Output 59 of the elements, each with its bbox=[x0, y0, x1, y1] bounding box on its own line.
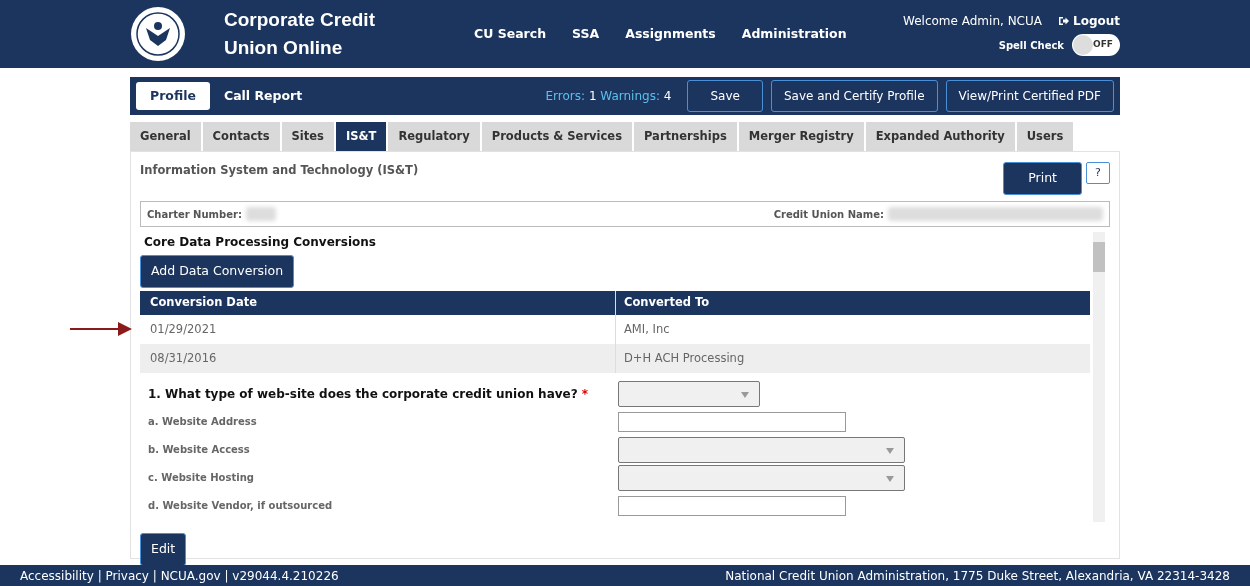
dropdown-field[interactable] bbox=[618, 436, 905, 463]
question-label: c. Website Hosting bbox=[147, 471, 255, 486]
footer-address: National Credit Union Administration, 1775 Duke Street, Alexandria, VA 22314-3428 bbox=[725, 567, 1230, 585]
section-title: Information System and Technology (IS&T) bbox=[140, 162, 419, 180]
column-header: Conversion Date bbox=[149, 294, 258, 312]
spell-check-label: Spell Check bbox=[998, 38, 1064, 53]
toolbar-button[interactable]: Save and Certify Profile bbox=[770, 80, 938, 112]
add-conversion-button[interactable]: Add Data Conversion bbox=[140, 255, 295, 288]
welcome-text: Welcome Admin, NCUA bbox=[903, 13, 1042, 30]
question-label: 1. What type of web-site does the corporate credit union have? * bbox=[147, 385, 590, 403]
section-tab[interactable]: Merger Registry bbox=[738, 122, 864, 152]
footer-links: Accessibility | Privacy | NCUA.gov | v29044.4.210226 bbox=[20, 567, 339, 585]
section-tab[interactable]: Sites bbox=[281, 122, 334, 152]
table-cell: D+H ACH Processing bbox=[615, 343, 1090, 373]
dropdown-field[interactable] bbox=[618, 380, 760, 407]
table-cell: AMI, Inc bbox=[615, 314, 1090, 344]
column-header: Converted To bbox=[615, 290, 1090, 315]
help-button[interactable]: ? bbox=[1086, 162, 1110, 185]
section-tab[interactable]: Expanded Authority bbox=[865, 122, 1015, 152]
section-tab[interactable]: General bbox=[130, 122, 201, 152]
input-field[interactable] bbox=[618, 411, 846, 432]
nav-link[interactable]: CU Search bbox=[474, 24, 547, 44]
profile-tab[interactable]: Call Report bbox=[209, 81, 317, 111]
section-tab[interactable]: Products & Services bbox=[481, 122, 632, 152]
print-button[interactable]: Print bbox=[1003, 162, 1082, 195]
caret-icon bbox=[886, 475, 894, 482]
app-title: Corporate Credit Union Online bbox=[224, 7, 376, 60]
seal-logo bbox=[130, 6, 186, 62]
question-label: b. Website Access bbox=[147, 443, 251, 458]
question-label: d. Website Vendor, if outsourced bbox=[147, 499, 334, 514]
caret-icon bbox=[741, 391, 749, 398]
input-field[interactable] bbox=[618, 495, 846, 516]
logout-link[interactable]: Logout bbox=[1058, 12, 1120, 30]
toolbar-button[interactable]: Save bbox=[687, 80, 763, 112]
nav-link[interactable]: Administration bbox=[741, 24, 847, 44]
nav-link[interactable]: SSA bbox=[572, 24, 600, 44]
section-tab[interactable]: IS&T bbox=[335, 122, 387, 152]
question-label: a. Website Address bbox=[147, 415, 258, 430]
dropdown-field[interactable] bbox=[618, 464, 905, 491]
table-cell-text: 01/29/2021 bbox=[149, 320, 218, 338]
credit-union-name-label: Credit Union Name: bbox=[773, 207, 884, 222]
section-tab[interactable]: Regulatory bbox=[388, 122, 480, 152]
toolbar-button[interactable]: View/Print Certified PDF bbox=[945, 80, 1114, 112]
nav-link[interactable]: Assignments bbox=[625, 24, 716, 44]
conversions-title: Core Data Processing Conversions bbox=[144, 234, 377, 251]
section-tab[interactable]: Partnerships bbox=[634, 122, 737, 152]
section-tab[interactable]: Contacts bbox=[202, 122, 280, 152]
table-cell: 08/31/2016 bbox=[140, 343, 615, 373]
caret-icon bbox=[886, 447, 894, 454]
charter-number-label: Charter Number: bbox=[147, 207, 242, 222]
scrollbar[interactable] bbox=[1093, 232, 1105, 523]
annotation-arrow bbox=[70, 321, 132, 338]
profile-tab[interactable]: Profile bbox=[136, 81, 210, 111]
edit-button[interactable]: Edit bbox=[140, 533, 187, 566]
section-tab[interactable]: Users bbox=[1016, 122, 1074, 152]
spell-check-toggle[interactable]: OFF bbox=[1072, 34, 1120, 56]
redacted-value bbox=[245, 207, 276, 221]
logout-icon bbox=[1058, 16, 1069, 26]
error-warning-summary: Errors: 1 Warnings: 4 bbox=[545, 88, 672, 105]
